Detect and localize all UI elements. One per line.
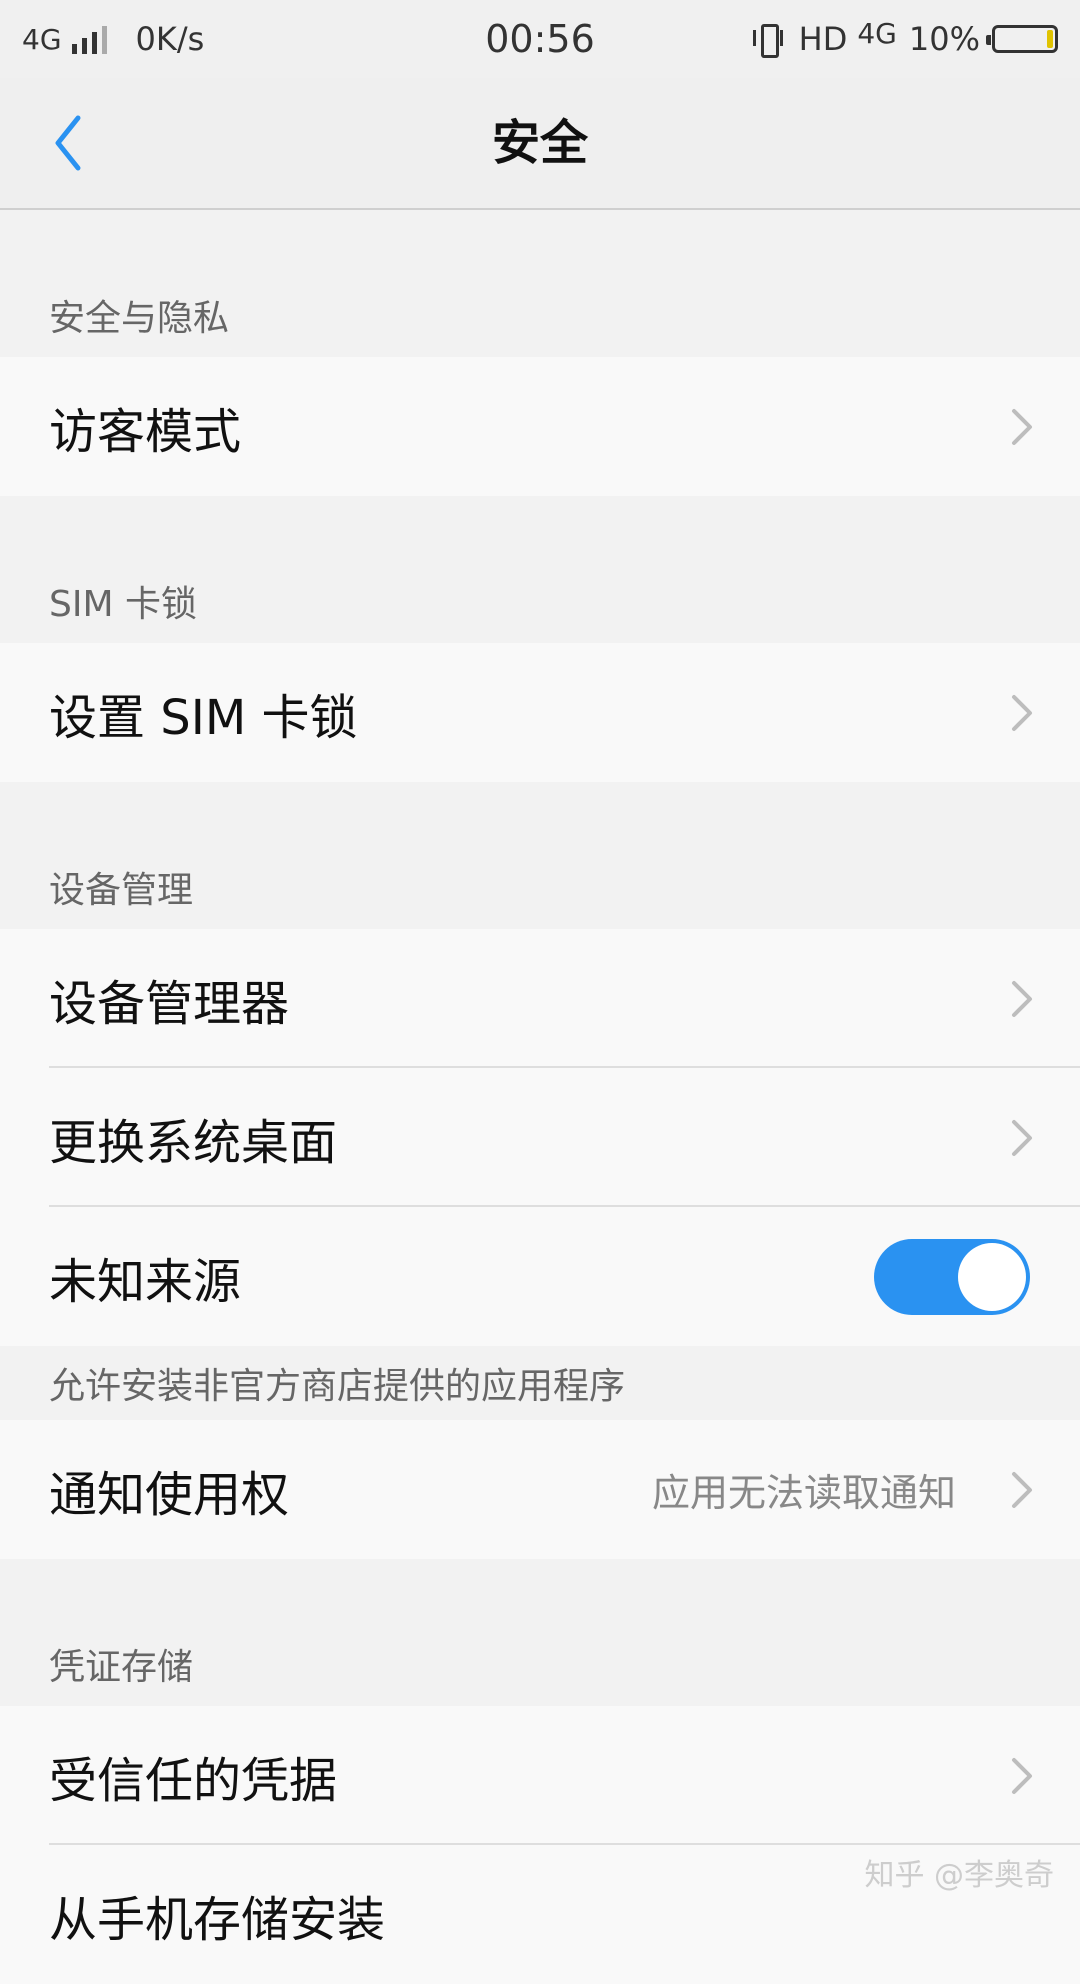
toggle-knob: [958, 1242, 1026, 1311]
unknown-sources-label: 未知来源: [49, 1253, 242, 1310]
status-bar: 4G 0K/s 00:56 HD 4G 10%: [0, 0, 1080, 78]
change-launcher-row[interactable]: 更换系统桌面: [0, 1068, 1080, 1207]
watermark: 知乎 @李奥奇: [864, 1858, 1054, 1893]
chevron-right-icon: [1012, 980, 1032, 1017]
chevron-right-icon: [1012, 694, 1032, 731]
chevron-right-icon: [1012, 1757, 1032, 1794]
battery-icon: [986, 25, 1058, 53]
sim-lock-row[interactable]: 设置 SIM 卡锁: [0, 643, 1080, 782]
visitor-mode-row[interactable]: 访客模式: [0, 357, 1080, 496]
trusted-credentials-row[interactable]: 受信任的凭据: [0, 1706, 1080, 1845]
status-right: HD 4G 10%: [751, 12, 1058, 66]
unknown-sources-toggle[interactable]: [874, 1238, 1030, 1315]
device-admin-label: 设备管理器: [49, 975, 290, 1032]
network-type-secondary: 4G: [857, 16, 897, 50]
device-admin-row[interactable]: 设备管理器: [0, 929, 1080, 1068]
vibrate-icon: [751, 22, 785, 58]
visitor-mode-label: 访客模式: [49, 403, 242, 460]
notification-access-label: 通知使用权: [49, 1466, 290, 1523]
page-title: 安全: [491, 115, 588, 171]
section-header-privacy: 安全与隐私: [49, 298, 230, 339]
unknown-sources-row[interactable]: 未知来源: [0, 1207, 1080, 1346]
chevron-right-icon: [1012, 1119, 1032, 1156]
section-header-device: 设备管理: [49, 870, 194, 911]
settings-list: 安全与隐私 访客模式 SIM 卡锁 设置 SIM 卡锁 设备管理 设备管理器 更…: [0, 210, 1080, 1984]
hd-indicator: HD: [798, 20, 848, 58]
chevron-right-icon: [1012, 408, 1032, 445]
change-launcher-label: 更换系统桌面: [49, 1114, 338, 1171]
trusted-credentials-label: 受信任的凭据: [49, 1752, 338, 1809]
sim-lock-label: 设置 SIM 卡锁: [49, 689, 358, 746]
battery-percent: 10%: [908, 20, 980, 58]
nav-bar: 安全: [0, 78, 1080, 210]
chevron-right-icon: [1012, 1471, 1032, 1508]
unknown-sources-hint: 允许安装非官方商店提供的应用程序: [49, 1366, 626, 1407]
section-header-sim: SIM 卡锁: [49, 584, 197, 625]
notification-access-value: 应用无法读取通知: [651, 1471, 956, 1515]
section-header-credentials: 凭证存储: [49, 1647, 194, 1688]
notification-access-row[interactable]: 通知使用权 应用无法读取通知: [0, 1420, 1080, 1559]
install-from-storage-label: 从手机存储安装: [49, 1891, 386, 1948]
